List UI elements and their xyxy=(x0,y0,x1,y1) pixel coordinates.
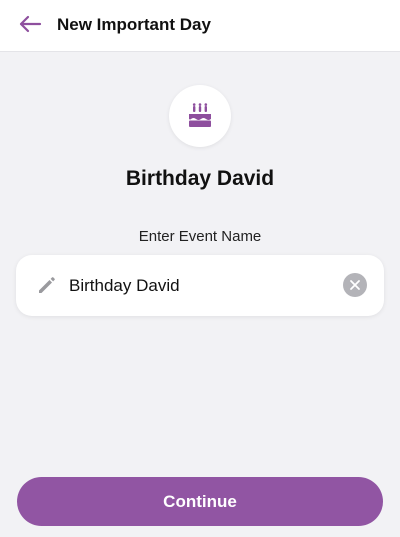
event-name-card xyxy=(16,255,384,316)
event-title: Birthday David xyxy=(125,167,275,190)
birthday-cake-icon xyxy=(189,103,211,127)
event-name-input[interactable] xyxy=(69,269,334,303)
clear-input-button[interactable] xyxy=(343,273,367,297)
page-title: New Important Day xyxy=(57,15,211,34)
back-button[interactable] xyxy=(8,4,52,44)
app-bar: New Important Day xyxy=(0,0,400,52)
clear-x-icon xyxy=(350,280,360,290)
event-icon-badge xyxy=(169,85,231,147)
event-name-label: Enter Event Name xyxy=(138,228,262,245)
pencil-icon xyxy=(39,277,55,293)
continue-button[interactable]: Continue xyxy=(17,477,383,526)
arrow-left-icon xyxy=(19,15,42,33)
